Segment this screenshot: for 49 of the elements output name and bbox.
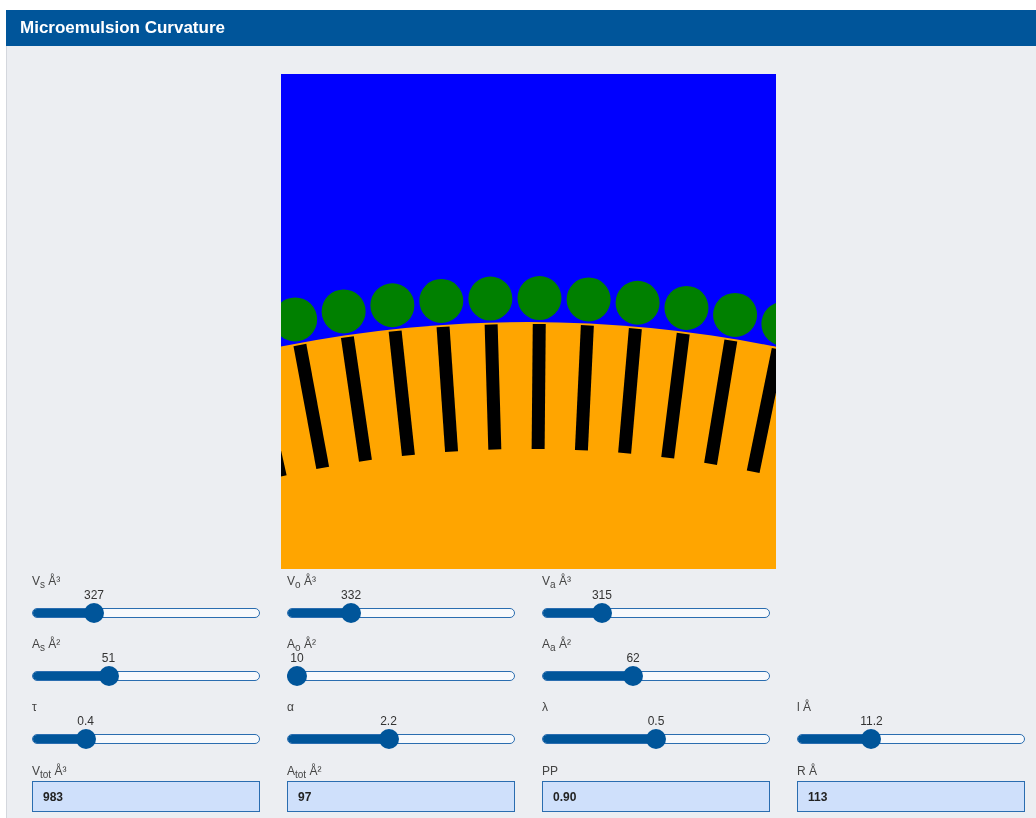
slider-thumb[interactable] — [287, 666, 307, 686]
window-title: Microemulsion Curvature — [20, 18, 225, 38]
slider-value: 51 — [101, 651, 116, 665]
output-field: 0.90 — [542, 781, 770, 812]
slider-thumb[interactable] — [623, 666, 644, 686]
slider[interactable] — [542, 603, 770, 623]
slider[interactable] — [32, 666, 260, 686]
slider-thumb[interactable] — [341, 603, 362, 623]
slider-label: V$_{s}$ Å³ — [32, 574, 62, 588]
slider-value: 2.2 — [380, 714, 397, 728]
slider-thumb[interactable] — [861, 729, 882, 749]
output-field: 983 — [32, 781, 260, 812]
slider-value: 11.2 — [860, 714, 883, 728]
slider-label: α — [287, 700, 295, 714]
slider-label: l Å — [797, 700, 812, 714]
slider-thumb[interactable] — [98, 666, 119, 686]
slider[interactable] — [32, 729, 260, 749]
slider-value: 0.4 — [77, 714, 94, 728]
output-field: 113 — [797, 781, 1025, 812]
slider[interactable] — [542, 729, 770, 749]
slider-value: 332 — [341, 588, 362, 602]
slider-value: 0.5 — [647, 714, 665, 728]
slider-label: V$_{a}$ Å³ — [542, 574, 572, 588]
slider[interactable] — [542, 666, 770, 686]
slider[interactable] — [287, 729, 515, 749]
slider-value: 10 — [290, 651, 304, 665]
slider-thumb[interactable] — [646, 729, 666, 749]
slider-label: V$_{o}$ Å³ — [287, 574, 317, 588]
output-field: 97 — [287, 781, 515, 812]
output-label: R Å — [797, 764, 818, 778]
slider[interactable] — [32, 603, 260, 623]
slider-value: 327 — [84, 588, 104, 602]
slider-thumb[interactable] — [75, 729, 96, 749]
slider-thumb[interactable] — [84, 603, 104, 623]
slider[interactable] — [797, 729, 1025, 749]
output-label: V$_{tot}$ Å³ — [32, 764, 68, 778]
slider-thumb[interactable] — [378, 729, 399, 749]
slider-label: λ — [542, 700, 549, 714]
slider-value: 62 — [626, 651, 640, 665]
slider-label: A$_{s}$ Å² — [32, 637, 62, 651]
slider-label: A$_{a}$ Å² — [542, 637, 572, 651]
output-label: A$_{tot}$ Å² — [287, 764, 323, 778]
slider-thumb[interactable] — [591, 603, 612, 623]
slider[interactable] — [287, 603, 515, 623]
slider-label: A$_{o}$ Å² — [287, 637, 317, 651]
slider-label: τ — [32, 700, 38, 714]
output-label: PP — [542, 764, 559, 778]
slider-value: 315 — [591, 588, 612, 602]
slider[interactable] — [287, 666, 515, 686]
